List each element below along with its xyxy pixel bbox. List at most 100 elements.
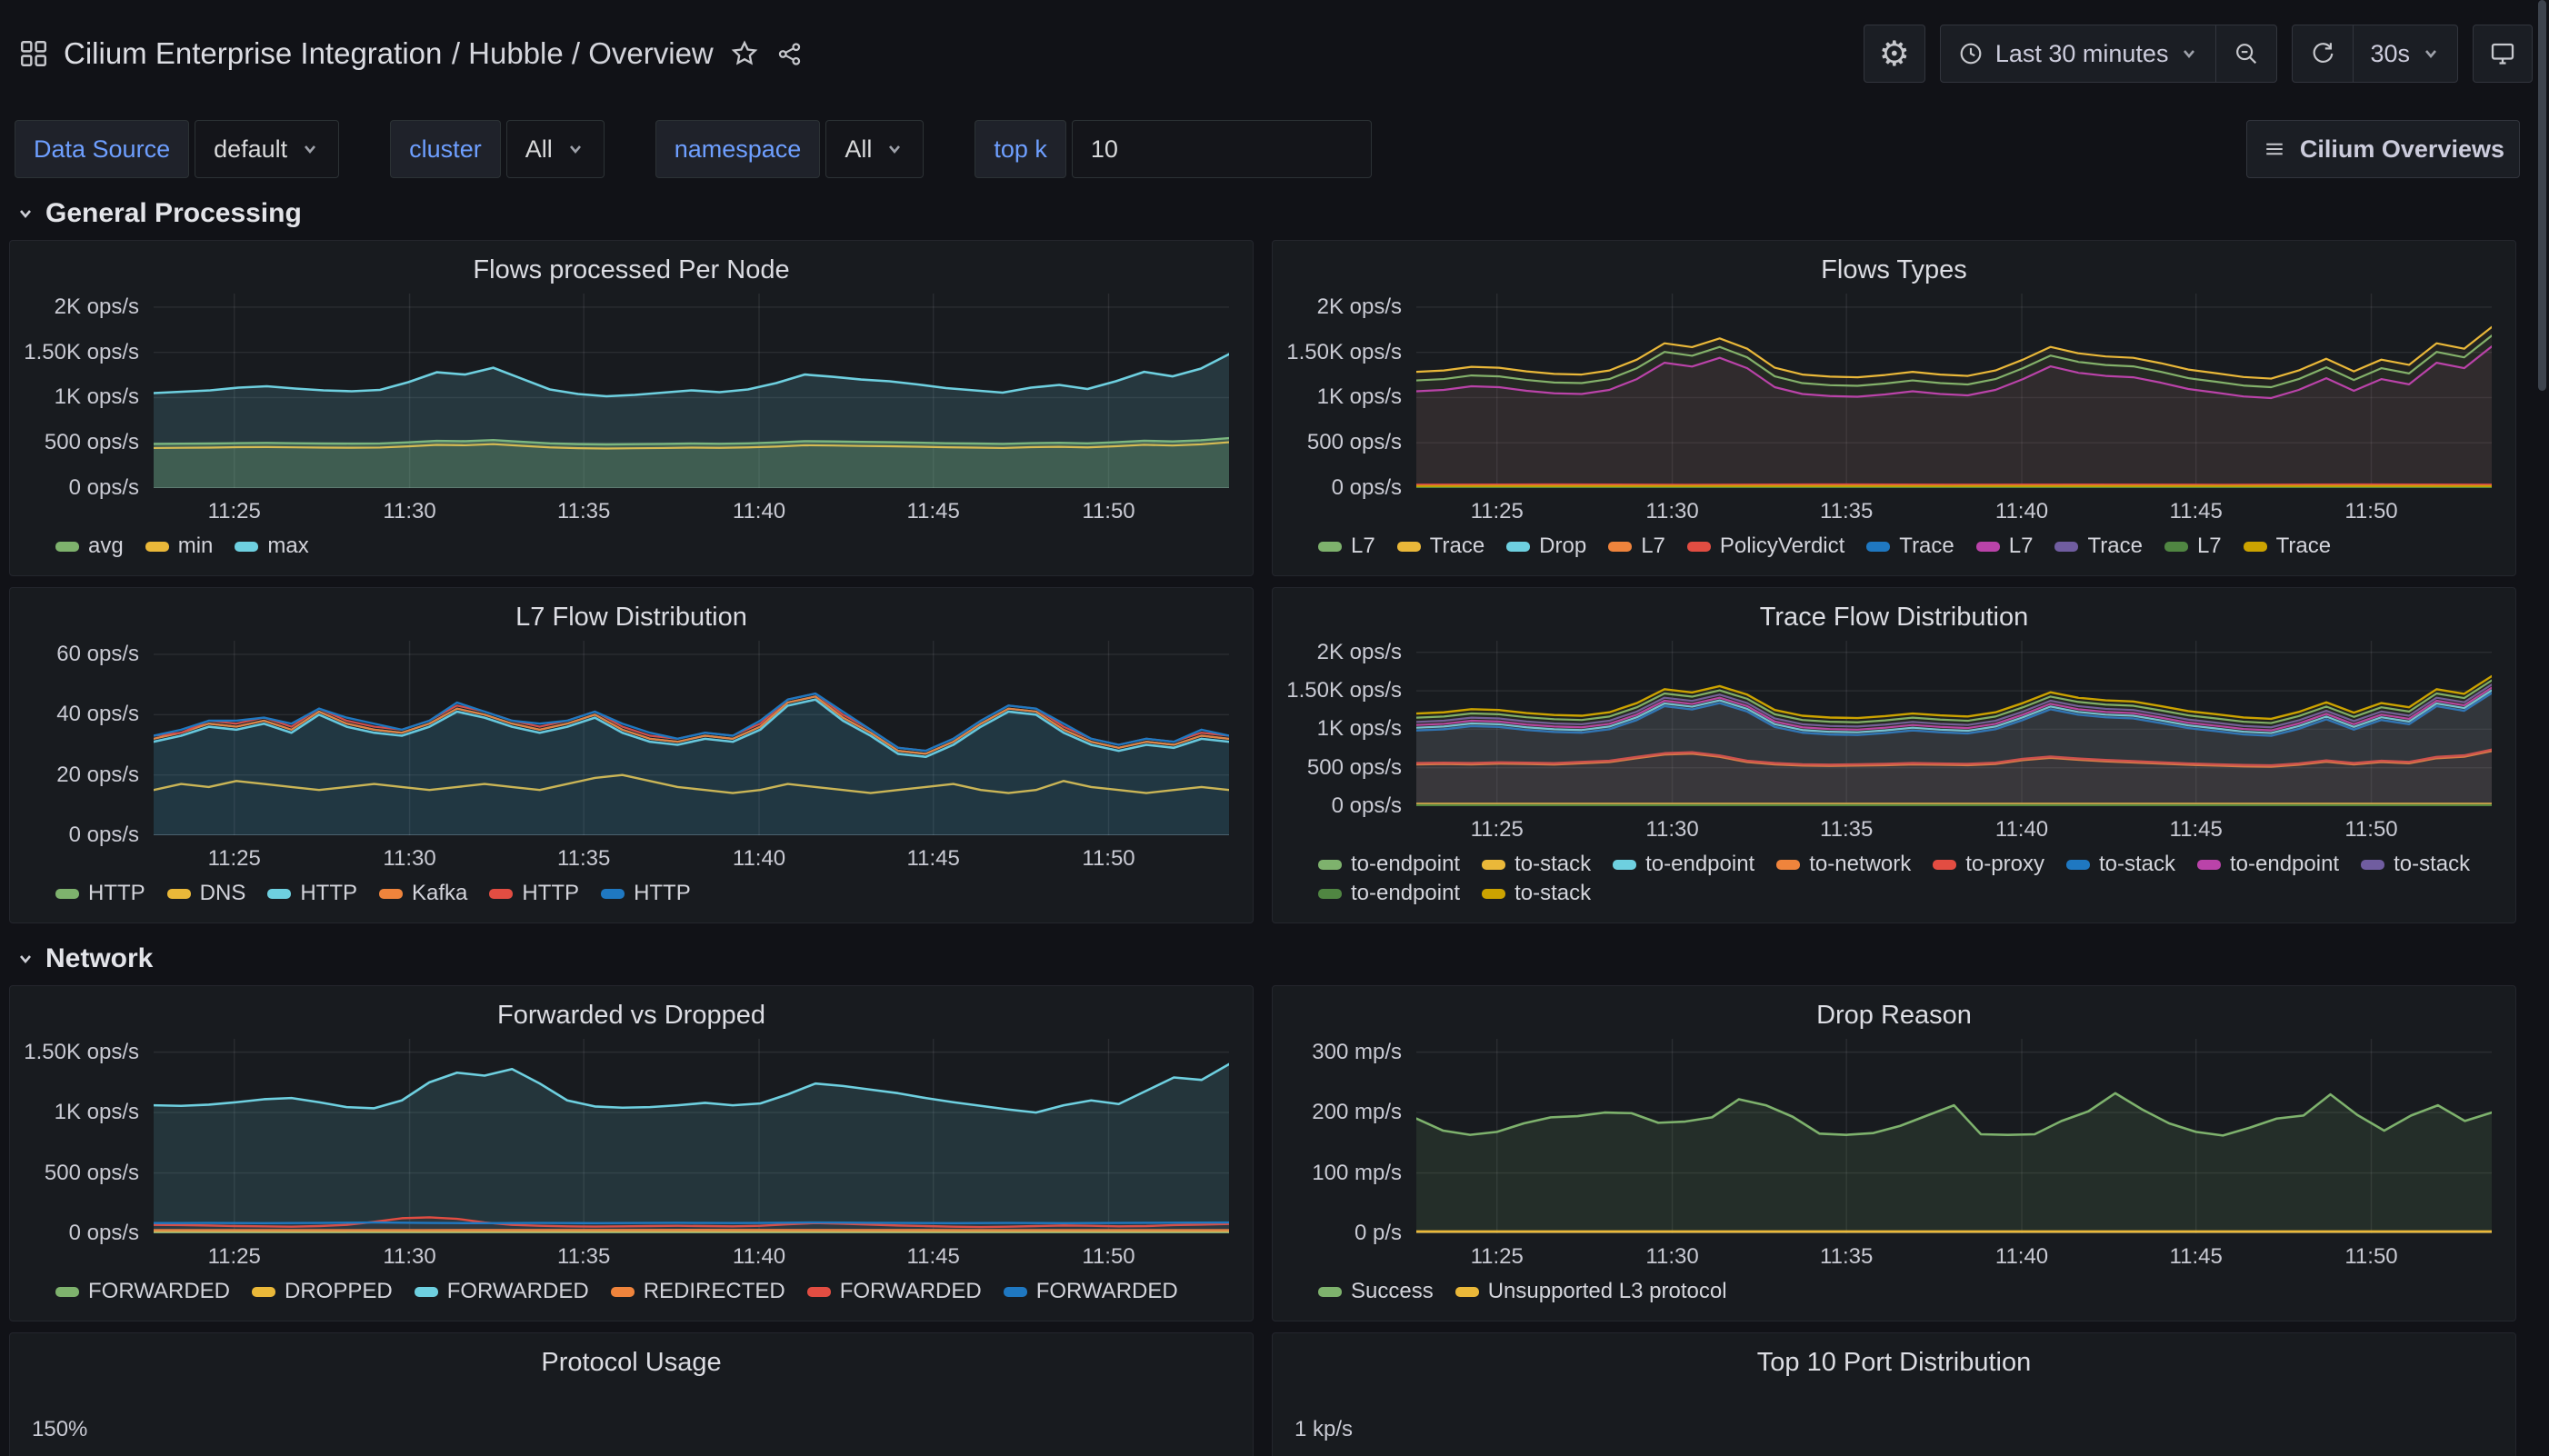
legend-item-redirected[interactable]: REDIRECTED: [611, 1279, 785, 1304]
legend-item-to-network[interactable]: to-network: [1776, 852, 1911, 877]
topk-input[interactable]: [1072, 120, 1372, 178]
legend-color-marker: [1482, 860, 1505, 870]
legend-item-dropped[interactable]: DROPPED: [252, 1279, 393, 1304]
legend-item-max[interactable]: max: [235, 534, 308, 559]
legend-item-http[interactable]: HTTP: [489, 881, 579, 906]
legend-item-to-endpoint[interactable]: to-endpoint: [2197, 852, 2339, 877]
legend-item-forwarded[interactable]: FORWARDED: [55, 1279, 230, 1304]
star-icon[interactable]: [730, 39, 759, 68]
legend-color-marker: [2197, 860, 2221, 870]
legend-item-trace[interactable]: Trace: [2054, 534, 2142, 559]
kiosk-mode-button[interactable]: [2473, 25, 2533, 83]
panel-trace-flow-distribution: Trace Flow Distribution2K ops/s1.50K ops…: [1272, 587, 2516, 923]
panel-title[interactable]: Trace Flow Distribution: [1282, 593, 2506, 641]
y-tick-label: 20 ops/s: [56, 763, 139, 788]
legend-item-avg[interactable]: avg: [55, 534, 124, 559]
section-title: Network: [45, 943, 153, 974]
chart-plot-area[interactable]: [154, 1039, 1229, 1233]
zoom-out-button[interactable]: [2215, 25, 2276, 82]
legend-item-l7[interactable]: L7: [1608, 534, 1665, 559]
chart-plot-area[interactable]: [1416, 294, 2492, 488]
namespace-select[interactable]: All: [825, 120, 924, 178]
legend-item-kafka[interactable]: Kafka: [379, 881, 467, 906]
panel-title[interactable]: Flows processed Per Node: [19, 246, 1244, 294]
legend-item-to-stack[interactable]: to-stack: [1482, 852, 1591, 877]
cluster-select[interactable]: All: [506, 120, 605, 178]
panel-title[interactable]: L7 Flow Distribution: [19, 593, 1244, 641]
legend-item-http[interactable]: HTTP: [267, 881, 357, 906]
legend-item-http[interactable]: HTTP: [55, 881, 145, 906]
section-network[interactable]: Network: [0, 943, 2549, 974]
panel-title[interactable]: Drop Reason: [1282, 992, 2506, 1039]
legend-item-unsupported-l3-protocol[interactable]: Unsupported L3 protocol: [1455, 1279, 1727, 1304]
legend-color-marker: [252, 1287, 275, 1297]
panel-title[interactable]: Forwarded vs Dropped: [19, 992, 1244, 1039]
page-scrollbar[interactable]: [2536, 0, 2549, 1456]
legend-item-l7[interactable]: L7: [1318, 534, 1375, 559]
legend-item-trace[interactable]: Trace: [1866, 534, 1954, 559]
legend-label: Kafka: [412, 881, 467, 906]
section-general-processing[interactable]: General Processing: [0, 198, 2549, 229]
dashboard-title[interactable]: Cilium Enterprise Integration: [64, 36, 442, 70]
legend-item-trace[interactable]: Trace: [1397, 534, 1484, 559]
y-tick-label: 1.50K ops/s: [1286, 340, 1402, 365]
legend-item-to-endpoint[interactable]: to-endpoint: [1318, 852, 1460, 877]
legend-label: HTTP: [88, 881, 145, 906]
legend-item-http[interactable]: HTTP: [601, 881, 691, 906]
legend-item-l7[interactable]: L7: [2164, 534, 2222, 559]
datasource-select[interactable]: default: [195, 120, 339, 178]
legend-item-policyverdict[interactable]: PolicyVerdict: [1687, 534, 1844, 559]
chart-plot-area[interactable]: [1416, 641, 2492, 806]
legend-item-trace[interactable]: Trace: [2244, 534, 2331, 559]
x-axis: 11:2511:3011:3511:4011:4511:50: [1416, 488, 2492, 530]
legend-label: PolicyVerdict: [1720, 534, 1844, 559]
legend-color-marker: [145, 542, 169, 552]
x-tick-label: 11:40: [733, 499, 785, 524]
x-axis: 11:2511:3011:3511:4011:4511:50: [1416, 1233, 2492, 1275]
legend-item-forwarded[interactable]: FORWARDED: [415, 1279, 589, 1304]
refresh-interval-select[interactable]: 30s: [2353, 25, 2457, 82]
refresh-button[interactable]: [2293, 25, 2353, 82]
legend-item-to-stack[interactable]: to-stack: [2361, 852, 2470, 877]
legend-color-marker: [1866, 542, 1890, 552]
y-axis: 2K ops/s1.50K ops/s1K ops/s500 ops/s0 op…: [19, 294, 154, 488]
legend-label: to-endpoint: [1645, 852, 1754, 877]
breadcrumb: Cilium Enterprise Integration / Hubble /…: [64, 36, 804, 71]
settings-button[interactable]: ⚙: [1864, 25, 1925, 83]
legend-item-success[interactable]: Success: [1318, 1279, 1434, 1304]
chart-plot-area[interactable]: [154, 294, 1229, 488]
x-tick-label: 11:45: [907, 1244, 960, 1270]
legend-label: FORWARDED: [447, 1279, 589, 1304]
legend-item-drop[interactable]: Drop: [1506, 534, 1586, 559]
legend-item-to-proxy[interactable]: to-proxy: [1933, 852, 2044, 877]
share-icon[interactable]: [775, 40, 804, 68]
chart-plot-area[interactable]: [1416, 1039, 2492, 1233]
legend-item-to-stack[interactable]: to-stack: [1482, 881, 1591, 906]
panel-title[interactable]: Flows Types: [1282, 246, 2506, 294]
chart-plot-area[interactable]: [154, 641, 1229, 835]
panel-protocol-usage: Protocol Usage150%: [9, 1332, 1254, 1456]
legend-item-min[interactable]: min: [145, 534, 214, 559]
cilium-overviews-label: Cilium Overviews: [2300, 135, 2504, 164]
panel-title[interactable]: Top 10 Port Distribution: [1282, 1339, 2506, 1386]
legend-item-forwarded[interactable]: FORWARDED: [1004, 1279, 1178, 1304]
scrollbar-thumb[interactable]: [2538, 0, 2546, 391]
time-range-picker[interactable]: Last 30 minutes: [1941, 25, 2216, 82]
panel-title[interactable]: Protocol Usage: [19, 1339, 1244, 1386]
legend: Success Unsupported L3 protocol: [1282, 1275, 2506, 1315]
legend-color-marker: [2066, 860, 2090, 870]
legend-label: Drop: [1539, 534, 1586, 559]
legend-item-forwarded[interactable]: FORWARDED: [807, 1279, 982, 1304]
clock-icon: [1957, 40, 1984, 67]
legend-item-to-stack[interactable]: to-stack: [2066, 852, 2175, 877]
legend-item-l7[interactable]: L7: [1976, 534, 2034, 559]
x-tick-label: 11:30: [383, 846, 435, 872]
y-tick-label: 60 ops/s: [56, 642, 139, 667]
cilium-overviews-button[interactable]: Cilium Overviews: [2246, 120, 2520, 178]
legend-item-dns[interactable]: DNS: [167, 881, 246, 906]
dashboards-grid-icon[interactable]: [18, 38, 49, 69]
chevron-down-icon: [2421, 44, 2441, 64]
legend-color-marker: [1482, 889, 1505, 899]
legend-item-to-endpoint[interactable]: to-endpoint: [1613, 852, 1754, 877]
legend-item-to-endpoint[interactable]: to-endpoint: [1318, 881, 1460, 906]
